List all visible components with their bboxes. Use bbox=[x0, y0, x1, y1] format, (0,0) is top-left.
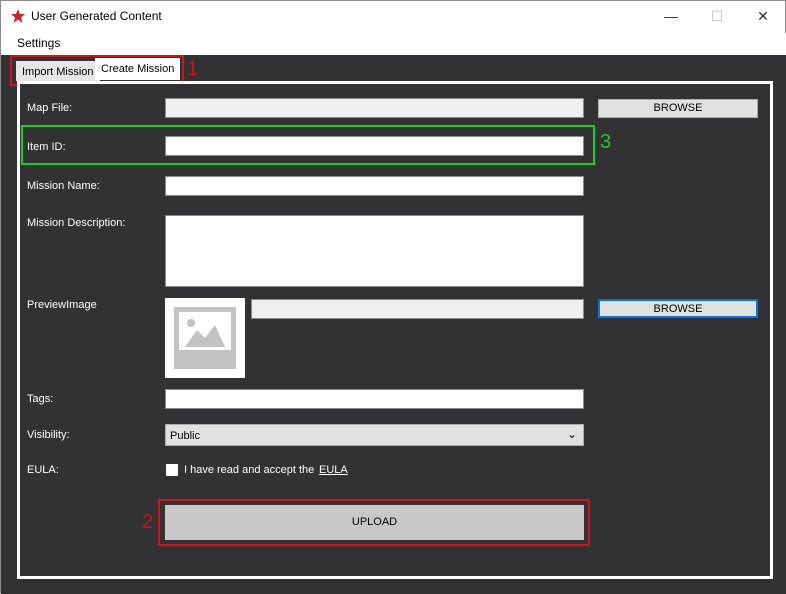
visibility-select[interactable]: Public ⌄ bbox=[165, 424, 584, 446]
eula-label: EULA: bbox=[27, 464, 59, 476]
preview-image-label: PreviewImage bbox=[27, 299, 97, 311]
annotation-2: 2 bbox=[142, 511, 154, 533]
mission-name-input[interactable] bbox=[165, 176, 584, 196]
eula-checkbox[interactable] bbox=[166, 464, 178, 476]
annotation-box-2 bbox=[158, 499, 590, 546]
mission-name-label: Mission Name: bbox=[27, 180, 100, 192]
minimize-button[interactable]: — bbox=[656, 5, 686, 27]
preview-image-browse-button[interactable]: BROWSE bbox=[598, 299, 758, 318]
map-file-browse-button[interactable]: BROWSE bbox=[598, 99, 758, 118]
maximize-button[interactable]: ☐ bbox=[702, 5, 732, 27]
map-file-label: Map File: bbox=[27, 102, 73, 114]
menu-bar bbox=[1, 33, 786, 55]
tags-label: Tags: bbox=[27, 393, 54, 405]
visibility-label: Visibility: bbox=[27, 429, 70, 441]
chevron-down-icon: ⌄ bbox=[566, 427, 577, 441]
tags-input[interactable] bbox=[165, 389, 584, 409]
annotation-box-3 bbox=[21, 125, 595, 165]
annotation-3: 3 bbox=[600, 131, 612, 153]
map-file-input[interactable] bbox=[165, 98, 584, 118]
preview-image-path-input[interactable] bbox=[251, 299, 584, 319]
mission-description-textarea[interactable] bbox=[165, 215, 584, 287]
app-star-icon bbox=[11, 9, 25, 23]
visibility-value: Public bbox=[170, 430, 200, 442]
image-placeholder-icon bbox=[174, 307, 236, 369]
window-title: User Generated Content bbox=[31, 9, 162, 23]
eula-link[interactable]: EULA bbox=[319, 464, 348, 476]
preview-image-placeholder bbox=[165, 298, 245, 378]
close-button[interactable]: ✕ bbox=[748, 5, 778, 27]
menu-settings[interactable]: Settings bbox=[17, 36, 60, 50]
eula-text: I have read and accept the bbox=[184, 464, 315, 476]
mission-description-label: Mission Description: bbox=[27, 217, 126, 229]
annotation-1: 1 bbox=[187, 58, 199, 80]
